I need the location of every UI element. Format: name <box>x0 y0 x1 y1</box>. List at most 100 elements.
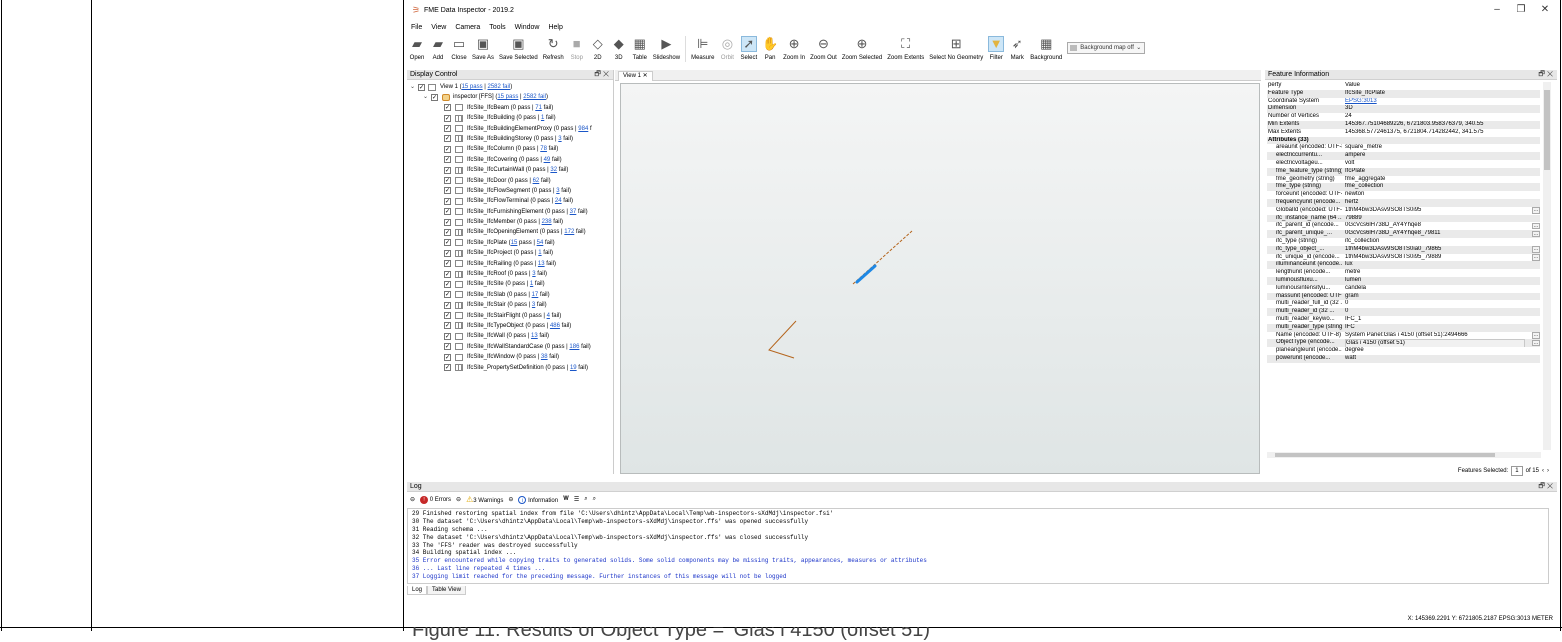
background-map-select[interactable]: Background map off ⌄ <box>1067 42 1146 54</box>
feature-type-checkbox[interactable]: ✓ <box>444 197 451 205</box>
feature-type-checkbox[interactable]: ✓ <box>444 239 451 247</box>
feature-type-checkbox[interactable]: ✓ <box>444 343 451 351</box>
attribute-row[interactable]: ifc_unique_id (encode... 1thM4bw3DAsv9SO8… <box>1267 254 1540 262</box>
tree-row-feature-type[interactable]: ✓ IfcSite_IfcPlate (15 pass | 54 fail) <box>407 238 613 248</box>
menu-item-camera[interactable]: Camera <box>455 24 480 31</box>
find-icon[interactable]: ⌕ <box>584 496 587 503</box>
scroll-thumb[interactable] <box>1275 453 1495 457</box>
log-output[interactable]: 29 Finished restoring spatial index from… <box>407 508 1549 584</box>
tree-row-feature-type[interactable]: ✓ IfcSite_IfcWallStandardCase (0 pass | 1… <box>407 342 613 352</box>
menu-item-file[interactable]: File <box>411 24 422 31</box>
table-button[interactable]: ▦ Table <box>632 36 648 61</box>
feature-type-checkbox[interactable]: ✓ <box>444 332 451 340</box>
next-feature-icon[interactable]: › <box>1547 468 1549 474</box>
find-next-icon[interactable]: ⌕ <box>593 496 596 503</box>
attribute-row[interactable]: luminousintensityu... candela <box>1267 285 1540 293</box>
fail-count-link[interactable]: 24 <box>555 198 562 204</box>
tree-row-feature-type[interactable]: ✓ IfcSite_IfcWindow (0 pass | 38 fail) <box>407 352 613 362</box>
feature-type-checkbox[interactable]: ✓ <box>444 270 451 278</box>
tree-row-feature-type[interactable]: ✓ IfcSite_IfcProject (0 pass | 1 fail) <box>407 248 613 258</box>
attribute-row[interactable]: ifc_type_object_... 1thM4bw3DAsv9SO8TS0ia… <box>1267 245 1540 254</box>
feature-type-checkbox[interactable]: ✓ <box>444 312 451 320</box>
menu-item-view[interactable]: View <box>431 24 446 31</box>
feature-type-checkbox[interactable]: ✓ <box>444 145 451 153</box>
attribute-row[interactable]: Name (encoded: UTF-8) System Panel:Glas i… <box>1267 332 1540 340</box>
zoom-extents-button[interactable]: ⛶ Zoom Extents <box>887 36 924 61</box>
info-row[interactable]: Min Extents 145367.75104689226, 6721803.9… <box>1267 120 1540 129</box>
fail-count-link[interactable]: 38 <box>541 354 548 360</box>
collapse-errors-icon[interactable]: ⊖ <box>410 496 415 503</box>
warnings-filter[interactable]: ⚠3 Warnings <box>466 495 503 504</box>
attribute-row[interactable]: ifc_parent_id (encode... 0GcVcs6lH738D_AY… <box>1267 222 1540 230</box>
attribute-row[interactable]: lengthunit (encode... metre <box>1267 269 1540 277</box>
fail-count-link[interactable]: 13 <box>538 261 545 267</box>
tree-row-feature-type[interactable]: ✓ IfcSite_IfcFlowTerminal (0 pass | 24 fa… <box>407 196 613 206</box>
ellipsis-button[interactable]: ... <box>1532 207 1540 214</box>
selected-plate-geometry[interactable] <box>855 264 877 284</box>
tree-row-dataset[interactable]: ⌄ ✓ inspector [FFS] (15 pass | 2582 fail… <box>407 92 613 102</box>
tree-row-feature-type[interactable]: ✓ IfcSite_IfcBuilding (0 pass | 1 fail) <box>407 113 613 123</box>
features-selected-input[interactable]: 1 <box>1511 466 1523 476</box>
tree-row-feature-type[interactable]: ✓ IfcSite_IfcTypeObject (0 pass | 486 fai… <box>407 321 613 331</box>
tab-view-1[interactable]: View 1 ✕ <box>618 71 653 81</box>
feature-info-vscrollbar[interactable] <box>1543 82 1551 450</box>
tree-row-feature-type[interactable]: ✓ IfcSite_IfcOpeningElement (0 pass | 172… <box>407 227 613 237</box>
attribute-row[interactable]: multi_reader_type (string) IFC <box>1267 323 1540 332</box>
tree-row-feature-type[interactable]: ✓ IfcSite_IfcFlowSegment (0 pass | 3 fail… <box>407 186 613 196</box>
attribute-row[interactable]: forceunit (encoded: UTF-8) newton <box>1267 191 1540 199</box>
attribute-row[interactable]: powerunit (encode... watt <box>1267 354 1540 363</box>
tree-row-feature-type[interactable]: ✓ IfcSite_IfcStair (0 pass | 3 fail) <box>407 300 613 310</box>
panel-float-close-icon[interactable]: 🗗 ✕ <box>594 70 609 80</box>
dataset-pass-link[interactable]: 15 pass <box>497 94 518 100</box>
ellipsis-button[interactable]: ... <box>1532 230 1540 238</box>
minimize-button[interactable]: – <box>1485 4 1509 15</box>
info-row[interactable]: Feature Type IfcSite_IfcPlate <box>1267 89 1540 98</box>
attribute-row[interactable]: multi_reader_full_id (32 ... 0 <box>1267 300 1540 308</box>
fail-count-link[interactable]: 486 <box>550 323 560 329</box>
tree-row-feature-type[interactable]: ✓ IfcSite_PropertySetDefinition (0 pass |… <box>407 363 613 373</box>
tree-row-feature-type[interactable]: ✓ IfcSite_IfcDoor (0 pass | 62 fail) <box>407 176 613 186</box>
attribute-row[interactable]: ifc_instance_name (64 ... 79889 <box>1267 214 1540 223</box>
attribute-row[interactable]: multi_reader_keywo... IFC_1 <box>1267 316 1540 324</box>
attribute-row[interactable]: electricvoltageu... volt <box>1267 160 1540 168</box>
close-window-button[interactable]: ✕ <box>1533 4 1557 15</box>
menu-item-help[interactable]: Help <box>548 24 562 31</box>
info-row[interactable]: Dimension 3D <box>1267 105 1540 114</box>
feature-type-checkbox[interactable]: ✓ <box>444 156 451 164</box>
measure-button[interactable]: ⊫ Measure <box>691 36 714 61</box>
list-view-icon[interactable]: ☰ <box>574 496 579 503</box>
attribute-row[interactable]: illuminanceunit (encode... lux <box>1267 261 1540 270</box>
panel-float-close-icon[interactable]: 🗗 ✕ <box>1538 70 1553 80</box>
fail-count-link[interactable]: 78 <box>540 146 547 152</box>
information-filter[interactable]: i Information <box>518 495 558 504</box>
feature-type-checkbox[interactable]: ✓ <box>444 177 451 185</box>
panel-float-close-icon[interactable]: 🗗 ✕ <box>1538 482 1553 492</box>
feature-type-checkbox[interactable]: ✓ <box>444 280 451 288</box>
feature-type-checkbox[interactable]: ✓ <box>444 166 451 174</box>
fail-count-link[interactable]: 71 <box>535 105 542 111</box>
attribute-row[interactable]: fme_type (string) fme_collection <box>1267 183 1540 192</box>
tree-row-feature-type[interactable]: ✓ IfcSite_IfcMember (0 pass | 238 fail) <box>407 217 613 227</box>
property-value[interactable]: EPSG:3013 <box>1345 98 1525 106</box>
feature-type-checkbox[interactable]: ✓ <box>444 322 451 330</box>
feature-type-checkbox[interactable]: ✓ <box>444 114 451 122</box>
info-row[interactable]: Max Extents 145368.5772461375, 6721804.71… <box>1267 129 1540 137</box>
errors-filter[interactable]: ! 0 Errors <box>420 495 451 504</box>
info-row[interactable]: Coordinate System EPSG:3013 <box>1267 98 1540 106</box>
attribute-row[interactable]: frequencyunit (encode... hertz <box>1267 198 1540 207</box>
feature-type-checkbox[interactable]: ✓ <box>444 135 451 143</box>
feature-type-checkbox[interactable]: ✓ <box>444 104 451 112</box>
add-button[interactable]: ▰ Add <box>430 36 446 61</box>
ellipsis-button[interactable]: ... <box>1532 222 1540 230</box>
fail-count-link[interactable]: 172 <box>564 229 574 235</box>
view-3d-button[interactable]: ◆ 3D <box>611 36 627 61</box>
fail-count-link[interactable]: 984 <box>578 126 588 132</box>
attribute-row[interactable]: GlobalId (encoded: UTF-8) 1thM4bw3DAsv9SO… <box>1267 207 1540 215</box>
attribute-row[interactable]: luminousfluxu... lumen <box>1267 276 1540 285</box>
feature-type-checkbox[interactable]: ✓ <box>444 301 451 309</box>
chevron-down-icon[interactable]: ⌄ <box>423 92 428 102</box>
tree-row-feature-type[interactable]: ✓ IfcSite_IfcSlab (0 pass | 17 fail) <box>407 290 613 300</box>
tree-row-feature-type[interactable]: ✓ IfcSite_IfcCovering (0 pass | 49 fail) <box>407 155 613 165</box>
feature-type-checkbox[interactable]: ✓ <box>444 208 451 216</box>
info-row[interactable]: Number of Vertices 24 <box>1267 113 1540 121</box>
